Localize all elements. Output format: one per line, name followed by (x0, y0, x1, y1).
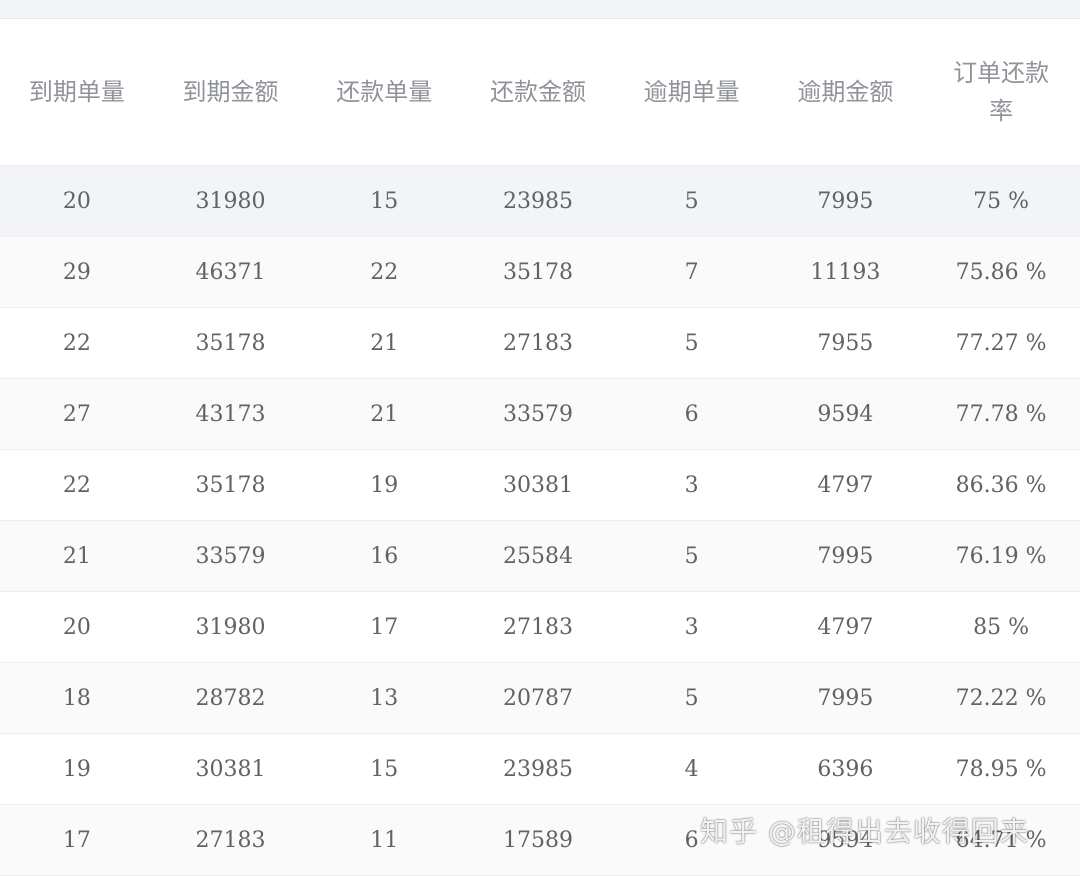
table-row[interactable]: 22 35178 21 27183 5 7955 77.27 % (0, 307, 1080, 379)
cell-overdue-amount: 7995 (768, 165, 923, 237)
table-row[interactable]: 29 46371 22 35178 7 11193 75.86 % (0, 236, 1080, 308)
cell-repaid-count: 13 (307, 662, 462, 734)
cell-repayment-rate: 86.36 % (922, 449, 1080, 521)
cell-repaid-amount: 27183 (461, 591, 615, 663)
cell-due-amount: 35178 (153, 307, 308, 379)
table-row[interactable]: 20 31980 15 23985 5 7995 75 % (0, 165, 1080, 237)
cell-due-amount: 27183 (153, 804, 308, 876)
cell-repayment-rate: 78.95 % (922, 733, 1080, 805)
cell-repayment-rate: 77.78 % (922, 378, 1080, 450)
column-header-repayment-rate[interactable]: 订单还款率 (922, 19, 1080, 166)
cell-repaid-amount: 33579 (461, 378, 615, 450)
cell-repayment-rate: 75.86 % (922, 236, 1080, 308)
cell-overdue-amount: 7995 (768, 520, 923, 592)
cell-overdue-count: 3 (614, 449, 769, 521)
cell-overdue-count: 3 (614, 591, 769, 663)
cell-due-count: 29 (0, 236, 154, 308)
cell-due-count: 21 (0, 520, 154, 592)
cell-due-amount: 31980 (153, 165, 308, 237)
table-row[interactable]: 21 33579 16 25584 5 7995 76.19 % (0, 520, 1080, 592)
cell-repayment-rate: 75 % (922, 165, 1080, 237)
zhihu-watermark: 知乎 @租得出去收得回来 (700, 815, 1029, 848)
cell-due-count: 18 (0, 662, 154, 734)
cell-repaid-count: 17 (307, 591, 462, 663)
cell-overdue-amount: 7955 (768, 307, 923, 379)
cell-due-count: 22 (0, 449, 154, 521)
cell-repaid-amount: 23985 (461, 165, 615, 237)
table-row[interactable]: 20 31980 17 27183 3 4797 85 % (0, 591, 1080, 663)
cell-overdue-count: 5 (614, 307, 769, 379)
cell-due-count: 20 (0, 165, 154, 237)
cell-due-amount: 30381 (153, 733, 308, 805)
table-header: 到期单量 到期金额 还款单量 还款金额 逾期单量 逾期金额 订单还款率 (0, 19, 1080, 166)
cell-due-count: 27 (0, 378, 154, 450)
column-header-due-amount[interactable]: 到期金额 (153, 19, 308, 166)
cell-overdue-count: 5 (614, 520, 769, 592)
column-header-due-count[interactable]: 到期单量 (0, 19, 154, 166)
column-header-overdue-count[interactable]: 逾期单量 (614, 19, 769, 166)
cell-repaid-amount: 30381 (461, 449, 615, 521)
cell-due-count: 22 (0, 307, 154, 379)
cell-due-amount: 31980 (153, 591, 308, 663)
cell-overdue-count: 4 (614, 733, 769, 805)
cell-overdue-count: 5 (614, 662, 769, 734)
cell-repaid-amount: 20787 (461, 662, 615, 734)
cell-repaid-count: 21 (307, 378, 462, 450)
cell-repaid-count: 11 (307, 804, 462, 876)
table-body: 20 31980 15 23985 5 7995 75 % 29 46371 2… (0, 165, 1080, 876)
cell-overdue-count: 6 (614, 378, 769, 450)
cell-due-amount: 35178 (153, 449, 308, 521)
cell-repaid-amount: 27183 (461, 307, 615, 379)
cell-due-amount: 46371 (153, 236, 308, 308)
repayment-table: 到期单量 到期金额 还款单量 还款金额 逾期单量 逾期金额 订单还款率 20 3… (0, 19, 1080, 876)
cell-repaid-count: 21 (307, 307, 462, 379)
cell-overdue-count: 5 (614, 165, 769, 237)
column-header-overdue-amount[interactable]: 逾期金额 (768, 19, 923, 166)
cell-due-count: 19 (0, 733, 154, 805)
cell-due-amount: 43173 (153, 378, 308, 450)
cell-repaid-amount: 23985 (461, 733, 615, 805)
cell-due-amount: 33579 (153, 520, 308, 592)
cell-repayment-rate: 85 % (922, 591, 1080, 663)
cell-overdue-amount: 4797 (768, 449, 923, 521)
table-row[interactable]: 22 35178 19 30381 3 4797 86.36 % (0, 449, 1080, 521)
cell-repayment-rate: 72.22 % (922, 662, 1080, 734)
cell-overdue-amount: 9594 (768, 378, 923, 450)
column-header-repaid-count[interactable]: 还款单量 (307, 19, 462, 166)
cell-repaid-count: 15 (307, 733, 462, 805)
cell-overdue-amount: 4797 (768, 591, 923, 663)
cell-repaid-count: 22 (307, 236, 462, 308)
table-row[interactable]: 18 28782 13 20787 5 7995 72.22 % (0, 662, 1080, 734)
toolbar-strip (0, 0, 1080, 19)
cell-due-count: 20 (0, 591, 154, 663)
cell-repayment-rate: 76.19 % (922, 520, 1080, 592)
cell-due-amount: 28782 (153, 662, 308, 734)
table-row[interactable]: 27 43173 21 33579 6 9594 77.78 % (0, 378, 1080, 450)
cell-repaid-amount: 17589 (461, 804, 615, 876)
cell-overdue-amount: 6396 (768, 733, 923, 805)
column-header-repaid-amount[interactable]: 还款金额 (461, 19, 615, 166)
cell-repaid-count: 16 (307, 520, 462, 592)
cell-due-count: 17 (0, 804, 154, 876)
cell-repaid-amount: 25584 (461, 520, 615, 592)
table-row[interactable]: 19 30381 15 23985 4 6396 78.95 % (0, 733, 1080, 805)
data-table-container: 到期单量 到期金额 还款单量 还款金额 逾期单量 逾期金额 订单还款率 20 3… (0, 19, 1080, 876)
cell-repaid-count: 15 (307, 165, 462, 237)
cell-overdue-count: 7 (614, 236, 769, 308)
cell-repaid-count: 19 (307, 449, 462, 521)
cell-repayment-rate: 77.27 % (922, 307, 1080, 379)
cell-overdue-amount: 7995 (768, 662, 923, 734)
cell-repaid-amount: 35178 (461, 236, 615, 308)
cell-overdue-amount: 11193 (768, 236, 923, 308)
